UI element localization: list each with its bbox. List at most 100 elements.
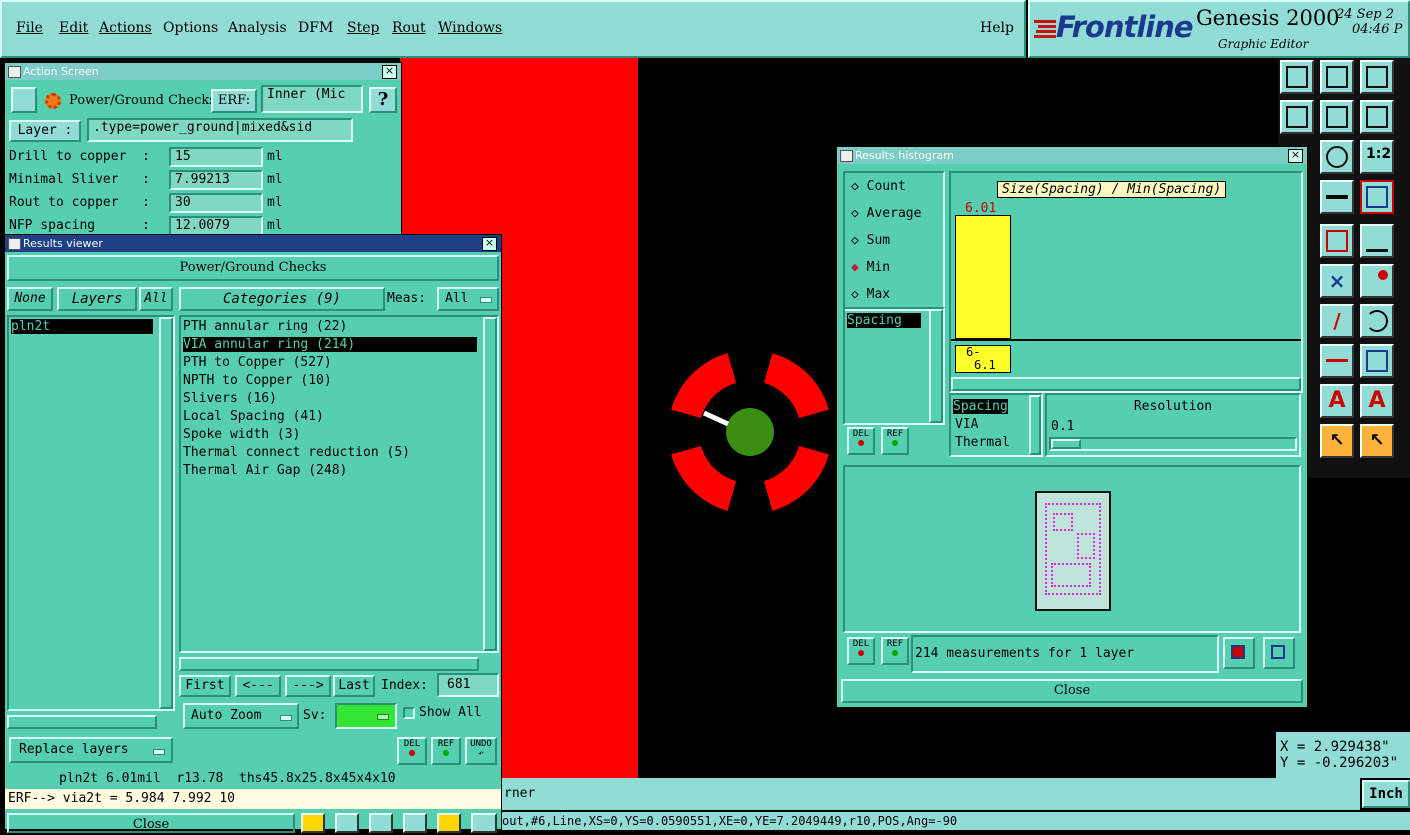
tool-icon[interactable]	[1360, 100, 1394, 134]
tool-icon[interactable]	[369, 813, 393, 833]
slider-handle[interactable]	[1051, 439, 1081, 449]
replace-layers-dropdown[interactable]: Replace layers	[9, 737, 173, 763]
zoom-out-icon[interactable]	[1263, 637, 1295, 669]
tool-icon[interactable]: ×	[1320, 264, 1354, 298]
param-field[interactable]: 15	[169, 147, 263, 167]
vertical-scrollbar[interactable]	[929, 309, 943, 423]
list-item[interactable]: Thermal	[955, 435, 1010, 450]
horizontal-scrollbar[interactable]	[951, 377, 1301, 391]
list-item[interactable]: Thermal Air Gap (248)	[183, 463, 347, 478]
list-item[interactable]: Spacing	[953, 399, 1008, 414]
index-field[interactable]: 681	[437, 673, 499, 697]
menu-actions[interactable]: Actions	[99, 20, 152, 36]
help-button[interactable]: ?	[369, 87, 397, 113]
list-item[interactable]: VIA annular ring (214)	[183, 337, 477, 352]
zoom-in-icon[interactable]	[1223, 637, 1255, 669]
tool-icon[interactable]	[301, 813, 325, 833]
close-button[interactable]: Close	[841, 679, 1303, 703]
resolution-slider[interactable]	[1049, 437, 1297, 451]
close-icon[interactable]: ×	[1288, 149, 1303, 163]
list-item[interactable]: VIA	[955, 417, 978, 432]
measure-list[interactable]: Spacing	[843, 307, 945, 425]
tool-icon[interactable]: /	[1320, 304, 1354, 338]
tool-icon[interactable]	[1360, 264, 1394, 298]
next-button[interactable]: --->	[285, 675, 331, 697]
categories-button[interactable]: Categories (9)	[179, 287, 385, 311]
param-field[interactable]: 30	[169, 193, 263, 213]
radio-max[interactable]: ◇ Max	[851, 287, 890, 302]
tool-icon[interactable]	[1280, 100, 1314, 134]
horizontal-scrollbar[interactable]	[7, 715, 157, 729]
tool-icon[interactable]	[403, 813, 427, 833]
tool-icon[interactable]	[1360, 60, 1394, 94]
tool-icon[interactable]	[1320, 100, 1354, 134]
close-icon[interactable]: ×	[382, 65, 397, 79]
meas-dropdown[interactable]: All	[437, 287, 499, 311]
units-button[interactable]: Inch	[1362, 780, 1410, 808]
menu-rout[interactable]: Rout	[392, 20, 426, 36]
tool-icon[interactable]	[1320, 180, 1354, 214]
list-item[interactable]: PTH annular ring (22)	[183, 319, 347, 334]
tool-icon[interactable]	[1360, 224, 1394, 258]
vertical-scrollbar[interactable]	[483, 317, 497, 651]
list-item[interactable]: NPTH to Copper (10)	[183, 373, 332, 388]
tool-icon[interactable]	[1320, 344, 1354, 378]
chart-icon[interactable]	[471, 813, 497, 833]
window-menu-icon[interactable]	[840, 150, 853, 162]
list-item[interactable]: Spoke width (3)	[183, 427, 300, 442]
tool-icon[interactable]	[1280, 60, 1314, 94]
tool-icon[interactable]: ↖	[1360, 424, 1394, 458]
menu-dfm[interactable]: DFM	[298, 20, 333, 36]
menu-analysis[interactable]: Analysis	[228, 20, 287, 36]
tool-icon[interactable]	[1360, 304, 1394, 338]
tool-icon[interactable]: A	[1360, 384, 1394, 418]
tool-icon[interactable]	[1320, 60, 1354, 94]
del-button[interactable]: DEL	[397, 737, 427, 765]
erf-field[interactable]: Inner (Mic	[261, 85, 363, 113]
erf-button[interactable]: ERF:	[211, 89, 257, 113]
del-button[interactable]: DEL	[847, 637, 875, 665]
list-item[interactable]: PTH to Copper (527)	[183, 355, 332, 370]
del-button[interactable]: DEL	[847, 427, 875, 455]
radio-sum[interactable]: ◇ Sum	[851, 233, 890, 248]
close-icon[interactable]: ×	[482, 237, 497, 251]
menu-options[interactable]: Options	[163, 20, 218, 36]
layers-list[interactable]: pln2t	[7, 315, 175, 711]
radio-count[interactable]: ◇ Count	[851, 179, 906, 194]
radio-average[interactable]: ◇ Average	[851, 206, 921, 221]
show-all-checkbox[interactable]	[403, 707, 415, 719]
all-button[interactable]: All	[139, 287, 173, 311]
list-item[interactable]: Spacing	[847, 313, 921, 328]
ref-button[interactable]: REF	[881, 637, 909, 665]
menu-help[interactable]: Help	[980, 20, 1014, 36]
menu-step[interactable]: Step	[347, 20, 379, 36]
undo-button[interactable]: UNDO ↶	[465, 737, 497, 765]
last-button[interactable]: Last	[333, 675, 375, 697]
horizontal-scrollbar[interactable]	[179, 657, 479, 671]
param-field[interactable]: 12.0079	[169, 216, 263, 236]
histogram-bar[interactable]	[955, 215, 1011, 339]
radio-min[interactable]: ◆ Min	[851, 260, 890, 275]
menu-edit[interactable]: Edit	[59, 20, 88, 36]
tool-icon[interactable]: A	[1320, 384, 1354, 418]
tool-icon[interactable]: 1:2	[1360, 140, 1394, 174]
action-icon-button[interactable]	[11, 87, 37, 113]
sv-color-dropdown[interactable]	[335, 703, 397, 729]
vertical-scrollbar[interactable]	[159, 317, 173, 709]
first-button[interactable]: First	[179, 675, 231, 697]
categories-list[interactable]: PTH annular ring (22) VIA annular ring (…	[179, 315, 499, 653]
tool-icon[interactable]: ↖	[1320, 424, 1354, 458]
layers-button[interactable]: Layers	[57, 287, 137, 311]
board-thumbnail[interactable]	[1035, 491, 1111, 611]
close-button[interactable]: Close	[7, 813, 295, 833]
none-button[interactable]: None	[7, 287, 53, 311]
tool-icon[interactable]	[1320, 140, 1354, 174]
window-menu-icon[interactable]	[8, 66, 21, 78]
auto-zoom-dropdown[interactable]: Auto Zoom	[183, 703, 299, 729]
vertical-scrollbar[interactable]	[1029, 395, 1041, 455]
type-list[interactable]: Spacing VIA Thermal	[949, 393, 1043, 457]
tool-icon[interactable]	[335, 813, 359, 833]
tool-icon[interactable]	[437, 813, 461, 833]
layer-preview[interactable]	[843, 465, 1301, 633]
tool-icon[interactable]	[1320, 224, 1354, 258]
